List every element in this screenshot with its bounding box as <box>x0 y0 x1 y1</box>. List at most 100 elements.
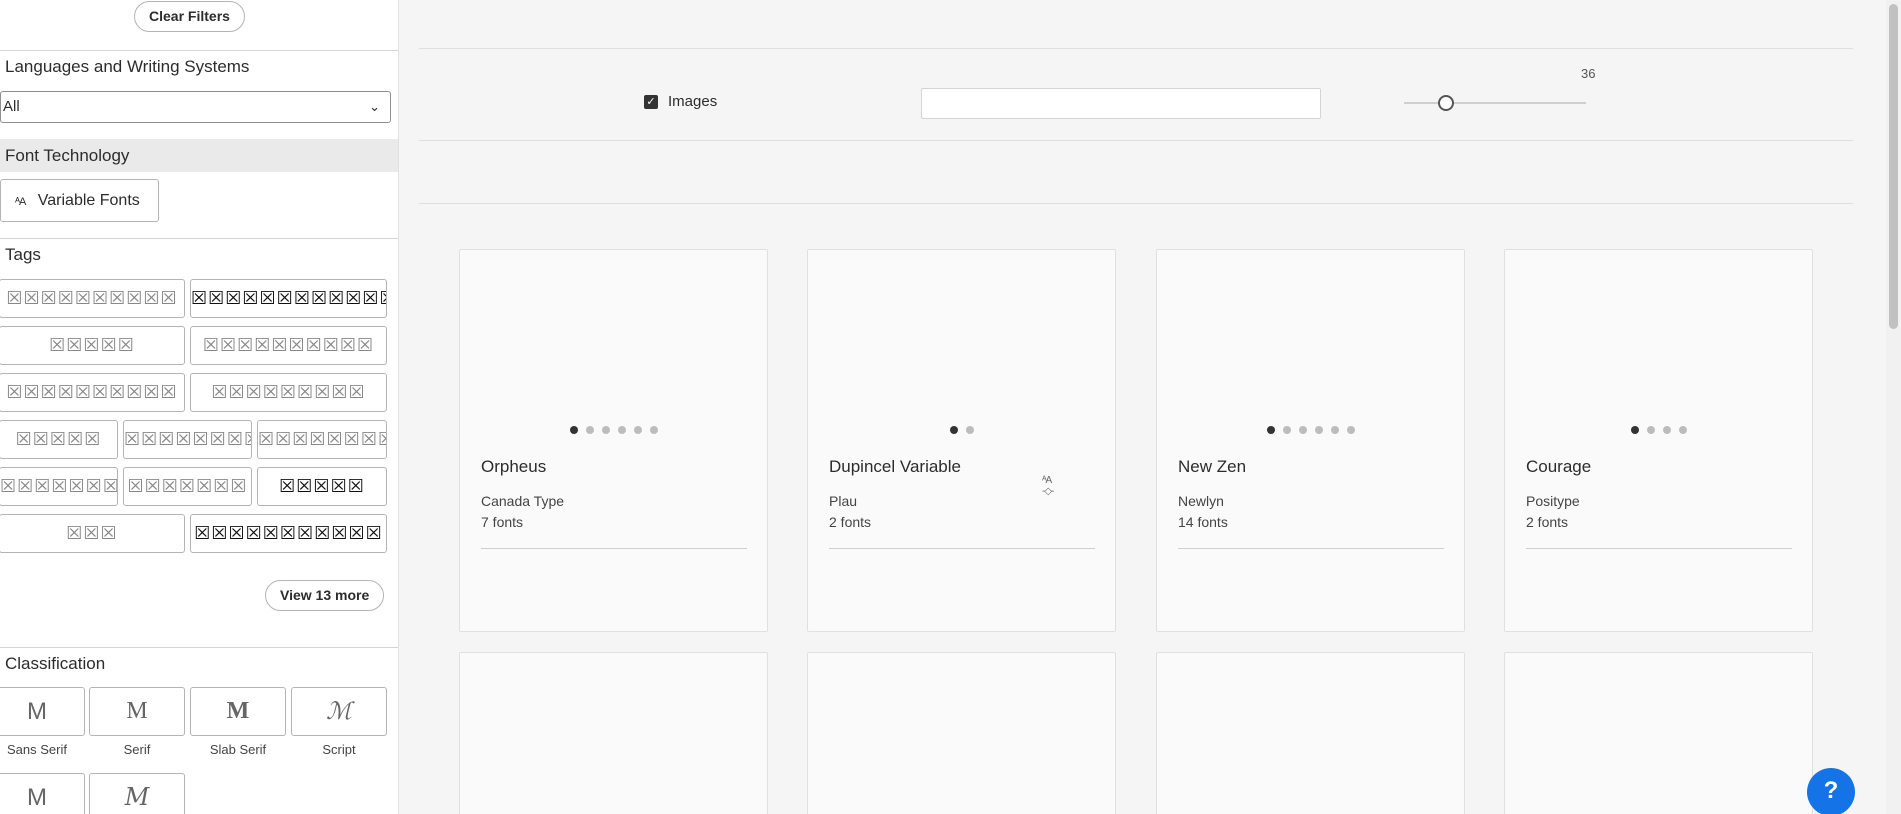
variable-fonts-button[interactable]: ᴬA Variable Fonts <box>0 179 159 222</box>
classification-sans-serif-button[interactable]: M <box>0 687 85 736</box>
classification-label: Sans Serif <box>7 742 67 757</box>
tag-button[interactable]: ☒☒☒☒☒ <box>0 326 185 365</box>
sample-text-input[interactable] <box>921 88 1321 119</box>
font-family-name[interactable]: Courage <box>1526 457 1591 477</box>
clear-filters-button[interactable]: Clear Filters <box>134 1 245 32</box>
carousel-dot[interactable] <box>649 426 658 434</box>
carousel-dot[interactable] <box>617 426 626 434</box>
font-family-card[interactable] <box>1156 652 1465 814</box>
classification-button[interactable]: M <box>0 773 85 814</box>
foundry-name[interactable]: Plau <box>829 493 857 509</box>
divider <box>1178 548 1444 549</box>
carousel-dot[interactable] <box>1314 426 1323 434</box>
divider <box>0 238 398 239</box>
carousel-dot[interactable] <box>601 426 610 434</box>
carousel-dot[interactable] <box>1330 426 1339 434</box>
font-family-card[interactable]: New Zen Newlyn 14 fonts <box>1156 249 1465 632</box>
classification-button[interactable]: M <box>89 773 185 814</box>
variable-font-icon: ᴬA <box>15 196 26 208</box>
divider <box>419 140 1853 141</box>
main-content: ✓ Images 36 Orpheus Canada Type 7 fonts … <box>400 0 1886 814</box>
font-count: 14 fonts <box>1178 514 1228 530</box>
classification-heading: Classification <box>5 654 106 673</box>
tag-button[interactable]: ☒☒☒☒☒☒☒☒☒☒☒ <box>190 514 387 553</box>
carousel-dot[interactable] <box>585 426 594 434</box>
font-family-name[interactable]: New Zen <box>1178 457 1246 477</box>
tag-button[interactable]: ☒☒☒☒☒ <box>0 420 118 459</box>
chevron-down-icon: ⌄ <box>369 99 380 114</box>
classification-script-button[interactable]: ℳ <box>291 687 387 736</box>
foundry-name[interactable]: Newlyn <box>1178 493 1224 509</box>
divider <box>419 48 1853 49</box>
foundry-name[interactable]: Positype <box>1526 493 1580 509</box>
carousel-dot[interactable] <box>1282 426 1291 434</box>
tags-heading: Tags <box>5 245 41 264</box>
carousel-dot[interactable] <box>1266 426 1275 434</box>
font-count: 7 fonts <box>481 514 524 530</box>
size-slider-thumb[interactable] <box>1438 95 1454 111</box>
size-slider-track[interactable] <box>1404 102 1586 104</box>
font-family-card[interactable] <box>1504 652 1813 814</box>
classification-slab-serif-button[interactable]: M <box>190 687 286 736</box>
font-family-name[interactable]: Orpheus <box>481 457 546 477</box>
carousel-dot[interactable] <box>633 426 642 434</box>
carousel-dots <box>1505 426 1812 434</box>
view-more-tags-button[interactable]: View 13 more <box>265 580 385 611</box>
filter-sidebar: Clear Filters Languages and Writing Syst… <box>0 0 399 814</box>
font-family-name[interactable]: Dupincel Variable <box>829 457 961 477</box>
foundry-name[interactable]: Canada Type <box>481 493 564 509</box>
tag-button[interactable]: ☒☒☒☒☒ <box>257 467 387 506</box>
font-family-card[interactable]: Courage Positype 2 fonts <box>1504 249 1813 632</box>
tag-button[interactable]: ☒☒☒☒☒☒☒☒☒☒ <box>0 279 185 318</box>
carousel-dot[interactable] <box>1298 426 1307 434</box>
tag-button[interactable]: ☒☒☒☒☒☒☒☒☒☒ <box>0 373 185 412</box>
images-checkbox[interactable]: ✓ <box>644 95 658 109</box>
tag-button[interactable]: ☒☒☒☒☒☒☒☒☒☒ <box>190 326 387 365</box>
carousel-dots <box>460 426 767 434</box>
carousel-dots <box>1157 426 1464 434</box>
tag-button[interactable]: ☒☒☒☒☒☒☒☒ <box>257 420 387 459</box>
divider <box>0 647 398 648</box>
variable-font-icon: ᴬA -◇- <box>1042 475 1054 497</box>
carousel-dot[interactable] <box>1630 426 1639 434</box>
classification-label: Script <box>322 742 356 757</box>
carousel-dot[interactable] <box>1662 426 1671 434</box>
size-value: 36 <box>1581 66 1596 81</box>
tag-button[interactable]: ☒☒☒☒☒☒☒☒☒☒ <box>0 467 118 506</box>
classification-serif-button[interactable]: M <box>89 687 185 736</box>
carousel-dot[interactable] <box>1646 426 1655 434</box>
divider <box>829 548 1095 549</box>
carousel-dot[interactable] <box>949 426 958 434</box>
help-button[interactable]: ? <box>1807 768 1855 814</box>
font-family-card[interactable]: Dupincel Variable ᴬA -◇- Plau 2 fonts <box>807 249 1116 632</box>
scrollbar-thumb[interactable] <box>1889 4 1898 329</box>
divider <box>1526 548 1792 549</box>
carousel-dots <box>808 426 1115 434</box>
font-family-card[interactable] <box>459 652 768 814</box>
font-count: 2 fonts <box>829 514 872 530</box>
classification-label: Slab Serif <box>209 742 267 757</box>
tag-button[interactable]: ☒☒☒☒☒☒☒☒☒☒☒☒☒ <box>190 279 387 318</box>
variable-fonts-label: Variable Fonts <box>37 192 140 209</box>
divider <box>481 548 747 549</box>
font-family-card[interactable]: Orpheus Canada Type 7 fonts <box>459 249 768 632</box>
divider <box>0 50 398 51</box>
images-label: Images <box>668 93 718 110</box>
divider <box>419 203 1853 204</box>
carousel-dot[interactable] <box>1678 426 1687 434</box>
tag-button[interactable]: ☒☒☒☒☒☒☒☒☒ <box>190 373 387 412</box>
language-select-value: All <box>3 98 20 115</box>
font-technology-heading: Font Technology <box>0 139 398 172</box>
font-count: 2 fonts <box>1526 514 1569 530</box>
classification-label: Serif <box>123 742 151 757</box>
page-scrollbar[interactable] <box>1886 0 1901 814</box>
font-family-card[interactable] <box>807 652 1116 814</box>
carousel-dot[interactable] <box>965 426 974 434</box>
tag-button[interactable]: ☒☒☒ <box>0 514 185 553</box>
tag-button[interactable]: ☒☒☒☒☒☒☒ <box>123 467 252 506</box>
tag-button[interactable]: ☒☒☒☒☒☒☒☒ <box>123 420 252 459</box>
language-select[interactable]: All ⌄ <box>0 91 391 123</box>
carousel-dot[interactable] <box>1346 426 1355 434</box>
languages-heading: Languages and Writing Systems <box>5 57 250 76</box>
carousel-dot[interactable] <box>569 426 578 434</box>
